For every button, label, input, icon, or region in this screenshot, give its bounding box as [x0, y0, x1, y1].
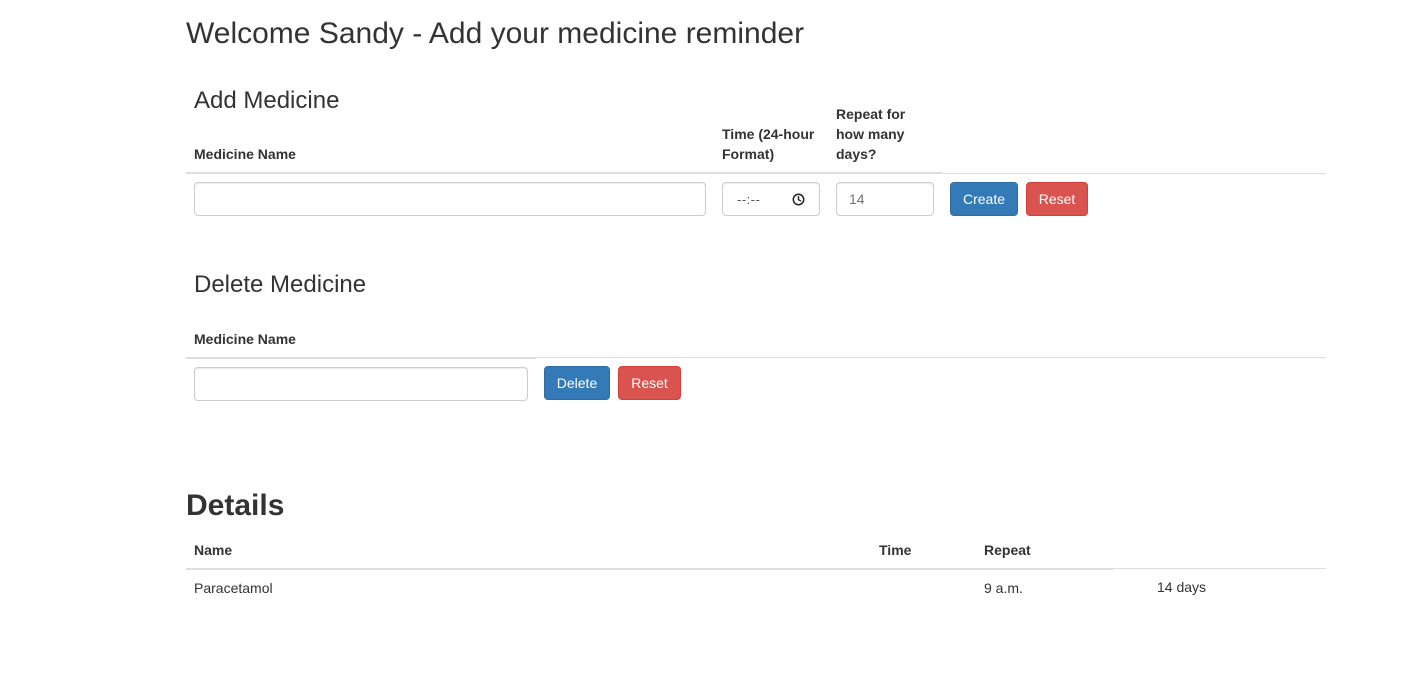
- add-col-repeat-line: Repeat for: [836, 106, 906, 122]
- delete-header-underline: [186, 357, 536, 359]
- add-col-medicine-name: Medicine Name: [194, 146, 296, 162]
- create-button[interactable]: Create: [950, 182, 1018, 216]
- add-medicine-heading: Add Medicine: [194, 87, 340, 114]
- time-input-placeholder: --:--: [737, 191, 761, 207]
- add-col-repeat-line: days?: [836, 146, 877, 162]
- details-heading: Details: [186, 489, 285, 522]
- delete-medicine-name-input[interactable]: [194, 367, 528, 401]
- details-col-time: Time: [879, 542, 912, 558]
- row-repeat-cell: 14 days: [1157, 579, 1207, 595]
- page-title: Welcome Sandy - Add your medicine remind…: [186, 17, 805, 50]
- delete-col-medicine-name: Medicine Name: [194, 331, 296, 347]
- row-time-cell: 9 a.m.: [984, 580, 1023, 596]
- add-col-repeat: Repeat for how many days?: [836, 104, 905, 164]
- delete-reset-button[interactable]: Reset: [618, 366, 681, 400]
- delete-medicine-heading: Delete Medicine: [194, 271, 367, 298]
- repeat-days-input[interactable]: [836, 182, 934, 216]
- details-header-underline: [186, 568, 1113, 570]
- details-col-name: Name: [194, 542, 233, 558]
- details-col-repeat: Repeat: [984, 542, 1031, 558]
- delete-button[interactable]: Delete: [544, 366, 610, 400]
- row-name-cell: Paracetamol: [194, 580, 273, 596]
- add-medicine-name-input[interactable]: [194, 182, 706, 216]
- add-col-time: Time (24-hour Format): [722, 124, 814, 164]
- add-col-time-line: Time (24-hour: [722, 126, 815, 142]
- add-col-repeat-line: how many: [836, 126, 905, 142]
- clock-icon[interactable]: [792, 193, 805, 206]
- time-input[interactable]: --:--: [722, 182, 820, 216]
- add-header-underline: [186, 172, 942, 174]
- add-reset-button[interactable]: Reset: [1026, 182, 1088, 216]
- add-col-time-line: Format): [722, 146, 775, 162]
